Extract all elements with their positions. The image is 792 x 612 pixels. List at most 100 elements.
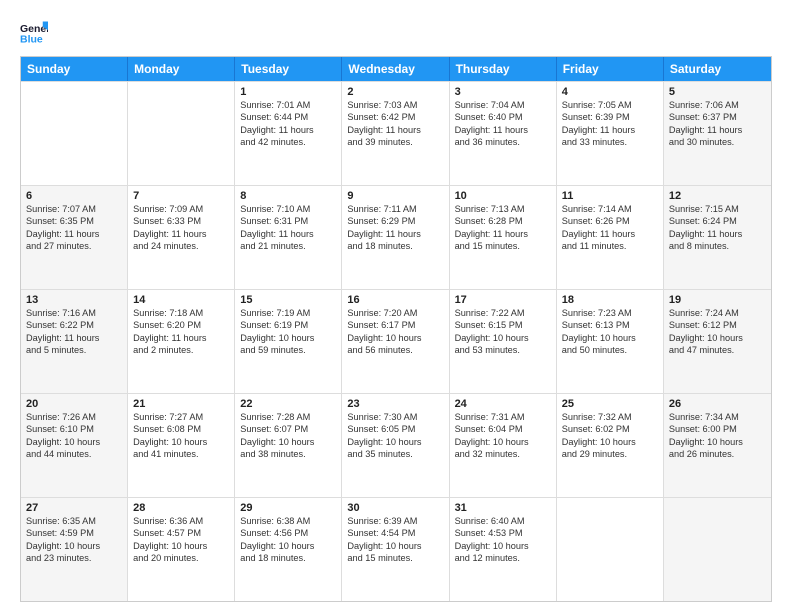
cell-info-line: Sunrise: 7:07 AM bbox=[26, 203, 122, 215]
day-number: 16 bbox=[347, 294, 443, 306]
cell-info-line: Daylight: 11 hours bbox=[455, 124, 551, 136]
day-cell-17: 17Sunrise: 7:22 AMSunset: 6:15 PMDayligh… bbox=[450, 290, 557, 393]
cell-info-line: and 15 minutes. bbox=[455, 240, 551, 252]
cell-info-line: Sunrise: 7:16 AM bbox=[26, 307, 122, 319]
cell-info-line: Sunset: 6:13 PM bbox=[562, 319, 658, 331]
cell-info-line: Sunrise: 7:22 AM bbox=[455, 307, 551, 319]
day-number: 14 bbox=[133, 294, 229, 306]
cell-info-line: and 56 minutes. bbox=[347, 344, 443, 356]
cell-info-line: Sunrise: 7:04 AM bbox=[455, 99, 551, 111]
cell-info-line: Sunrise: 7:34 AM bbox=[669, 411, 766, 423]
cell-info-line: Sunrise: 6:36 AM bbox=[133, 515, 229, 527]
calendar-row-3: 20Sunrise: 7:26 AMSunset: 6:10 PMDayligh… bbox=[21, 393, 771, 497]
cell-info-line: Sunrise: 7:32 AM bbox=[562, 411, 658, 423]
day-number: 17 bbox=[455, 294, 551, 306]
cell-info-line: and 53 minutes. bbox=[455, 344, 551, 356]
cell-info-line: Sunset: 6:35 PM bbox=[26, 215, 122, 227]
cell-info-line: Daylight: 11 hours bbox=[133, 332, 229, 344]
day-number: 20 bbox=[26, 398, 122, 410]
cell-info-line: Daylight: 11 hours bbox=[133, 228, 229, 240]
day-number: 26 bbox=[669, 398, 766, 410]
cell-info-line: Sunset: 4:54 PM bbox=[347, 527, 443, 539]
day-cell-23: 23Sunrise: 7:30 AMSunset: 6:05 PMDayligh… bbox=[342, 394, 449, 497]
cell-info-line: Sunset: 6:40 PM bbox=[455, 111, 551, 123]
cell-info-line: Sunset: 6:22 PM bbox=[26, 319, 122, 331]
day-cell-16: 16Sunrise: 7:20 AMSunset: 6:17 PMDayligh… bbox=[342, 290, 449, 393]
cell-info-line: Daylight: 11 hours bbox=[347, 124, 443, 136]
day-cell-20: 20Sunrise: 7:26 AMSunset: 6:10 PMDayligh… bbox=[21, 394, 128, 497]
cell-info-line: Daylight: 10 hours bbox=[240, 540, 336, 552]
cell-info-line: Sunrise: 7:06 AM bbox=[669, 99, 766, 111]
day-number: 11 bbox=[562, 190, 658, 202]
cell-info-line: Sunset: 6:33 PM bbox=[133, 215, 229, 227]
cell-info-line: and 5 minutes. bbox=[26, 344, 122, 356]
cell-info-line: and 44 minutes. bbox=[26, 448, 122, 460]
page: General Blue SundayMondayTuesdayWednesda… bbox=[0, 0, 792, 612]
cell-info-line: and 30 minutes. bbox=[669, 136, 766, 148]
cell-info-line: Daylight: 10 hours bbox=[669, 436, 766, 448]
day-cell-30: 30Sunrise: 6:39 AMSunset: 4:54 PMDayligh… bbox=[342, 498, 449, 601]
cell-info-line: and 33 minutes. bbox=[562, 136, 658, 148]
day-cell-22: 22Sunrise: 7:28 AMSunset: 6:07 PMDayligh… bbox=[235, 394, 342, 497]
cell-info-line: and 41 minutes. bbox=[133, 448, 229, 460]
day-number: 2 bbox=[347, 86, 443, 98]
cell-info-line: Sunrise: 7:13 AM bbox=[455, 203, 551, 215]
header-day-saturday: Saturday bbox=[664, 57, 771, 81]
calendar-row-4: 27Sunrise: 6:35 AMSunset: 4:59 PMDayligh… bbox=[21, 497, 771, 601]
day-cell-21: 21Sunrise: 7:27 AMSunset: 6:08 PMDayligh… bbox=[128, 394, 235, 497]
cell-info-line: Daylight: 10 hours bbox=[26, 436, 122, 448]
cell-info-line: and 47 minutes. bbox=[669, 344, 766, 356]
cell-info-line: and 18 minutes. bbox=[347, 240, 443, 252]
logo-icon: General Blue bbox=[20, 18, 48, 46]
cell-info-line: Daylight: 10 hours bbox=[455, 436, 551, 448]
cell-info-line: and 26 minutes. bbox=[669, 448, 766, 460]
cell-info-line: and 2 minutes. bbox=[133, 344, 229, 356]
day-cell-8: 8Sunrise: 7:10 AMSunset: 6:31 PMDaylight… bbox=[235, 186, 342, 289]
cell-info-line: Sunset: 4:59 PM bbox=[26, 527, 122, 539]
cell-info-line: and 29 minutes. bbox=[562, 448, 658, 460]
cell-info-line: Sunset: 6:44 PM bbox=[240, 111, 336, 123]
day-number: 19 bbox=[669, 294, 766, 306]
day-cell-29: 29Sunrise: 6:38 AMSunset: 4:56 PMDayligh… bbox=[235, 498, 342, 601]
cell-info-line: Sunrise: 7:09 AM bbox=[133, 203, 229, 215]
day-cell-6: 6Sunrise: 7:07 AMSunset: 6:35 PMDaylight… bbox=[21, 186, 128, 289]
calendar-header: SundayMondayTuesdayWednesdayThursdayFrid… bbox=[21, 57, 771, 81]
cell-info-line: Sunrise: 7:10 AM bbox=[240, 203, 336, 215]
header-day-friday: Friday bbox=[557, 57, 664, 81]
cell-info-line: Sunrise: 7:11 AM bbox=[347, 203, 443, 215]
cell-info-line: Daylight: 10 hours bbox=[455, 332, 551, 344]
cell-info-line: Sunset: 6:28 PM bbox=[455, 215, 551, 227]
day-number: 30 bbox=[347, 502, 443, 514]
day-number: 8 bbox=[240, 190, 336, 202]
cell-info-line: Sunset: 6:07 PM bbox=[240, 423, 336, 435]
header-day-sunday: Sunday bbox=[21, 57, 128, 81]
cell-info-line: Sunrise: 6:40 AM bbox=[455, 515, 551, 527]
day-cell-11: 11Sunrise: 7:14 AMSunset: 6:26 PMDayligh… bbox=[557, 186, 664, 289]
cell-info-line: and 20 minutes. bbox=[133, 552, 229, 564]
cell-info-line: and 15 minutes. bbox=[347, 552, 443, 564]
day-cell-3: 3Sunrise: 7:04 AMSunset: 6:40 PMDaylight… bbox=[450, 82, 557, 185]
cell-info-line: and 11 minutes. bbox=[562, 240, 658, 252]
calendar: SundayMondayTuesdayWednesdayThursdayFrid… bbox=[20, 56, 772, 602]
day-cell-19: 19Sunrise: 7:24 AMSunset: 6:12 PMDayligh… bbox=[664, 290, 771, 393]
cell-info-line: Daylight: 10 hours bbox=[240, 332, 336, 344]
day-number: 23 bbox=[347, 398, 443, 410]
day-cell-2: 2Sunrise: 7:03 AMSunset: 6:42 PMDaylight… bbox=[342, 82, 449, 185]
cell-info-line: Sunrise: 7:01 AM bbox=[240, 99, 336, 111]
cell-info-line: Daylight: 10 hours bbox=[240, 436, 336, 448]
cell-info-line: Daylight: 10 hours bbox=[133, 540, 229, 552]
day-number: 29 bbox=[240, 502, 336, 514]
cell-info-line: Sunset: 6:08 PM bbox=[133, 423, 229, 435]
day-cell-24: 24Sunrise: 7:31 AMSunset: 6:04 PMDayligh… bbox=[450, 394, 557, 497]
logo: General Blue bbox=[20, 18, 52, 46]
cell-info-line: Daylight: 11 hours bbox=[669, 228, 766, 240]
day-cell-31: 31Sunrise: 6:40 AMSunset: 4:53 PMDayligh… bbox=[450, 498, 557, 601]
cell-info-line: Sunset: 6:05 PM bbox=[347, 423, 443, 435]
day-number: 28 bbox=[133, 502, 229, 514]
day-cell-4: 4Sunrise: 7:05 AMSunset: 6:39 PMDaylight… bbox=[557, 82, 664, 185]
cell-info-line: Sunset: 6:12 PM bbox=[669, 319, 766, 331]
empty-cell-0-0 bbox=[21, 82, 128, 185]
cell-info-line: Daylight: 10 hours bbox=[562, 332, 658, 344]
cell-info-line: Sunset: 6:39 PM bbox=[562, 111, 658, 123]
cell-info-line: Sunset: 4:53 PM bbox=[455, 527, 551, 539]
